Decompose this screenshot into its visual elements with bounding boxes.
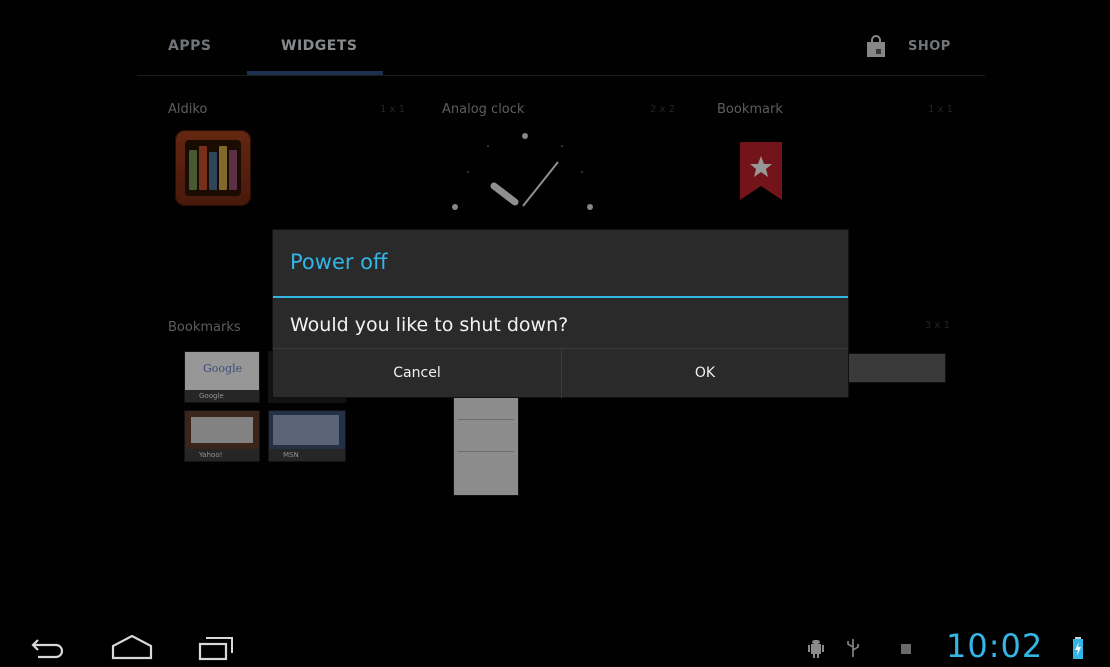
home-icon[interactable] <box>110 634 154 660</box>
dialog-message: Would you like to shut down? <box>290 314 569 336</box>
system-bar <box>0 620 1110 667</box>
ok-button[interactable]: OK <box>562 349 848 398</box>
battery-icon <box>1073 637 1083 659</box>
cancel-button[interactable]: Cancel <box>273 349 561 398</box>
dialog-title: Power off <box>290 250 388 274</box>
back-icon[interactable] <box>30 636 70 660</box>
power-off-dialog: Power off Would you like to shut down? C… <box>273 230 848 398</box>
recent-apps-icon[interactable] <box>196 635 236 661</box>
dialog-title-divider <box>273 296 848 298</box>
sd-card-icon <box>901 644 911 654</box>
usb-icon <box>847 639 859 657</box>
dialog-button-row: Cancel OK <box>273 348 848 398</box>
status-clock: 10:02 <box>946 627 1044 665</box>
android-debug-icon <box>808 640 824 658</box>
